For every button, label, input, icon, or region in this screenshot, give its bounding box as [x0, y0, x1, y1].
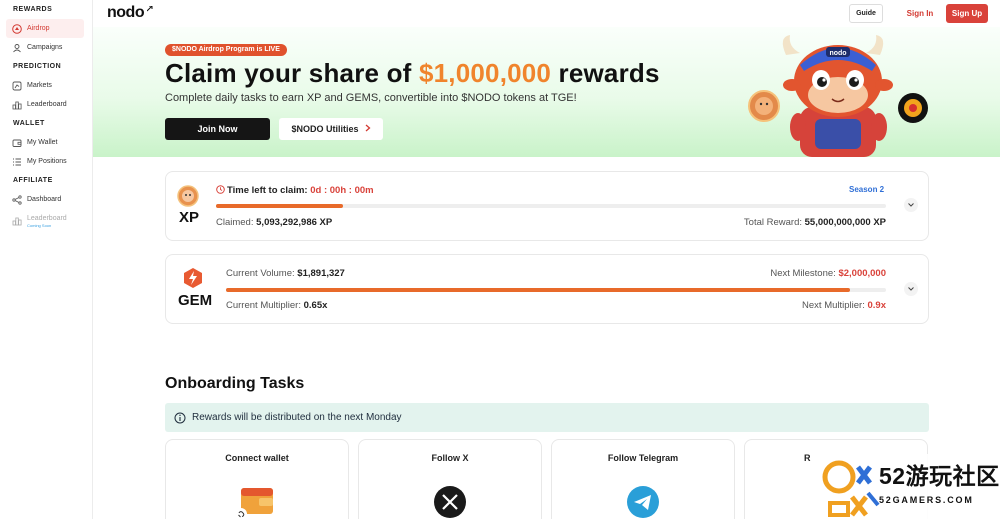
leaderboard-icon [12, 100, 22, 110]
coming-soon-label: Coming Soon [27, 223, 52, 228]
nodo-utilities-label: $NODO Utilities [291, 124, 359, 134]
telegram-icon [627, 486, 659, 519]
sidebar-item-leaderboard[interactable]: Leaderboard [6, 95, 84, 114]
info-icon [174, 412, 186, 424]
rewards-notice: Rewards will be distributed on the next … [165, 403, 929, 432]
gem-reward-card: GEM Current Volume: $1,891,327 Next Mile… [165, 254, 929, 324]
sidebar-section-affiliate: AFFILIATE [13, 177, 53, 184]
xp-token-label: XP [179, 209, 200, 226]
sidebar-item-campaigns[interactable]: Campaigns [6, 38, 84, 57]
sign-in-button[interactable]: Sign In [905, 4, 935, 23]
xp-claimed: Claimed: 5,093,292,986 XP [216, 217, 333, 228]
task-title: Connect wallet [225, 453, 289, 463]
rewards-notice-text: Rewards will be distributed on the next … [192, 412, 402, 423]
watermark-logo-icon [822, 460, 880, 517]
mascot-cap-text: nodo [829, 50, 846, 57]
gem-token-icon [182, 267, 204, 289]
xp-total-reward: Total Reward: 55,000,000,000 XP [743, 217, 886, 228]
gem-progress-track [226, 288, 886, 292]
season-label: Season 2 [849, 185, 885, 194]
sidebar-item-label: My Wallet [27, 139, 58, 146]
task-card-follow-x[interactable]: Follow X [358, 439, 542, 519]
claim-timer: Time left to claim: 0d : 00h : 00m [216, 185, 374, 197]
markets-icon [12, 81, 22, 91]
sidebar: REWARDS Airdrop Campaigns PREDICTION Mar… [0, 0, 93, 519]
watermark-text: 52游玩社区 [879, 463, 1000, 489]
current-volume: Current Volume: $1,891,327 [226, 268, 345, 279]
sidebar-section-wallet: WALLET [13, 120, 45, 127]
task-card-connect-wallet[interactable]: Connect wallet [165, 439, 349, 519]
current-volume-value: $1,891,327 [297, 268, 345, 279]
xp-expand-button[interactable] [904, 198, 918, 212]
wallet-icon [235, 484, 277, 519]
next-milestone-value: $2,000,000 [838, 268, 886, 279]
join-now-button[interactable]: Join Now [165, 118, 270, 140]
hero-title: Claim your share of $1,000,000 rewards [165, 58, 660, 88]
gem-expand-button[interactable] [904, 282, 918, 296]
wallet-icon [12, 138, 22, 148]
xp-claimed-value: 5,093,292,986 XP [256, 217, 333, 228]
x-logo-icon [434, 486, 466, 519]
nodo-logo[interactable]: nodo [107, 4, 153, 22]
next-multiplier: Next Multiplier: 0.9x [802, 300, 886, 311]
airdrop-live-badge: $NODO Airdrop Program is LIVE [165, 44, 287, 56]
sidebar-item-airdrop[interactable]: Airdrop [6, 19, 84, 38]
leaderboard-icon [12, 216, 22, 226]
gem-token-label: GEM [178, 292, 213, 309]
task-card-follow-telegram[interactable]: Follow Telegram [551, 439, 735, 519]
task-title: Follow Telegram [607, 453, 679, 463]
reward-amount: $1,000,000 [418, 58, 552, 88]
mascot-illustration: nodo [748, 35, 933, 157]
xp-token-icon [177, 185, 199, 207]
sidebar-item-dashboard[interactable]: Dashboard [6, 190, 84, 209]
xp-progress-track [216, 204, 886, 208]
guide-button[interactable]: Guide [849, 4, 883, 23]
airdrop-icon [12, 23, 22, 34]
hero-banner: $NODO Airdrop Program is LIVE Claim your… [93, 27, 1000, 157]
share-icon [12, 194, 22, 205]
sidebar-section-rewards: REWARDS [13, 6, 53, 13]
sign-up-button[interactable]: Sign Up [946, 4, 988, 23]
sidebar-item-affiliate-leaderboard: Leaderboard Coming Soon [6, 209, 84, 233]
user-icon [12, 43, 22, 53]
current-multiplier: Current Multiplier: 0.65x [226, 300, 328, 311]
gem-progress-fill [226, 288, 851, 292]
sidebar-item-label: Dashboard [27, 196, 62, 203]
hero-subtitle: Complete daily tasks to earn XP and GEMS… [165, 92, 577, 104]
xp-reward-card: XP Time left to claim: 0d : 00h : 00m Se… [165, 171, 929, 241]
xp-total-value: 55,000,000,000 XP [804, 217, 886, 228]
sidebar-item-my-wallet[interactable]: My Wallet [6, 133, 84, 152]
watermark-url: 52GAMERS.COM [879, 495, 974, 505]
sidebar-item-label: Leaderboard [27, 215, 67, 222]
sidebar-item-label: Markets [27, 82, 52, 89]
sidebar-section-prediction: PREDICTION [13, 63, 62, 70]
sidebar-item-label: My Positions [27, 158, 67, 165]
clock-icon [216, 185, 225, 197]
sidebar-item-markets[interactable]: Markets [6, 76, 84, 95]
sidebar-item-my-positions[interactable]: My Positions [6, 152, 84, 171]
list-icon [12, 157, 22, 167]
chevron-right-icon [365, 124, 371, 134]
top-bar: nodo Guide Sign In Sign Up [93, 0, 1000, 27]
sidebar-item-label: Airdrop [27, 25, 50, 32]
nodo-utilities-button[interactable]: $NODO Utilities [279, 118, 383, 140]
current-multiplier-value: 0.65x [303, 300, 328, 311]
claim-timer-value: 0d : 00h : 00m [310, 185, 374, 196]
task-title: Follow X [431, 453, 469, 463]
onboarding-title: Onboarding Tasks [165, 375, 305, 392]
sidebar-item-label: Leaderboard [27, 101, 67, 108]
xp-progress-fill [216, 204, 344, 208]
next-milestone: Next Milestone: $2,000,000 [770, 268, 886, 279]
next-multiplier-value: 0.9x [867, 300, 887, 311]
sidebar-item-label: Campaigns [27, 44, 63, 51]
watermark: 52游玩社区 52GAMERS.COM [822, 454, 1000, 519]
